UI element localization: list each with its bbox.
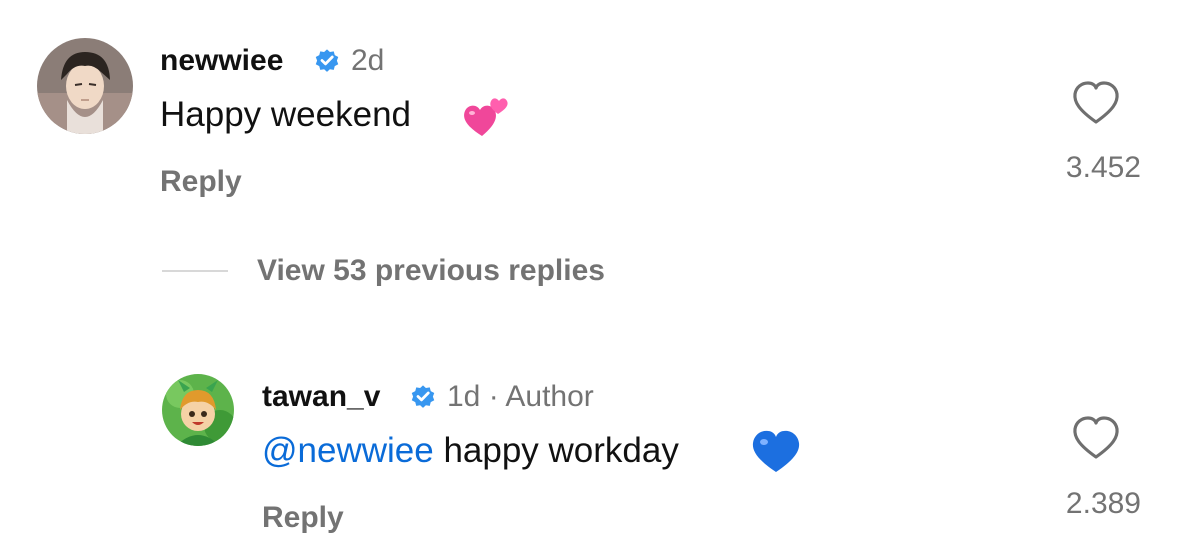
like-heart-icon[interactable] <box>1071 415 1121 461</box>
verified-badge-icon <box>411 385 435 408</box>
avatar[interactable] <box>162 374 234 446</box>
mention-link[interactable]: @newwiee <box>262 431 434 470</box>
verified-badge-icon <box>315 49 339 72</box>
reply-username[interactable]: tawan_v <box>262 382 380 412</box>
reply-body: happy workday <box>433 431 679 470</box>
reply-button[interactable]: Reply <box>160 167 242 197</box>
two-hearts-emoji-icon <box>464 98 508 136</box>
thread-divider <box>162 270 228 272</box>
comment-username[interactable]: newwiee <box>160 46 283 76</box>
comment-text: Happy weekend <box>160 97 411 132</box>
reply-button[interactable]: Reply <box>262 503 344 533</box>
avatar[interactable] <box>37 38 133 134</box>
reply-time: 1d <box>447 380 481 413</box>
meta-separator: · <box>488 380 499 413</box>
like-heart-icon[interactable] <box>1071 80 1121 126</box>
like-count: 2.389 <box>1065 487 1141 520</box>
view-previous-replies-button[interactable]: View 53 previous replies <box>257 256 605 286</box>
comment-time: 2d <box>351 44 385 77</box>
reply-text: @newwiee happy workday <box>262 433 679 468</box>
author-label: Author <box>505 380 594 413</box>
like-count: 3.452 <box>1065 151 1141 184</box>
reply-meta: 1d · Author <box>447 382 594 412</box>
blue-heart-emoji-icon <box>752 430 800 472</box>
comment-body: Happy weekend <box>160 95 411 134</box>
